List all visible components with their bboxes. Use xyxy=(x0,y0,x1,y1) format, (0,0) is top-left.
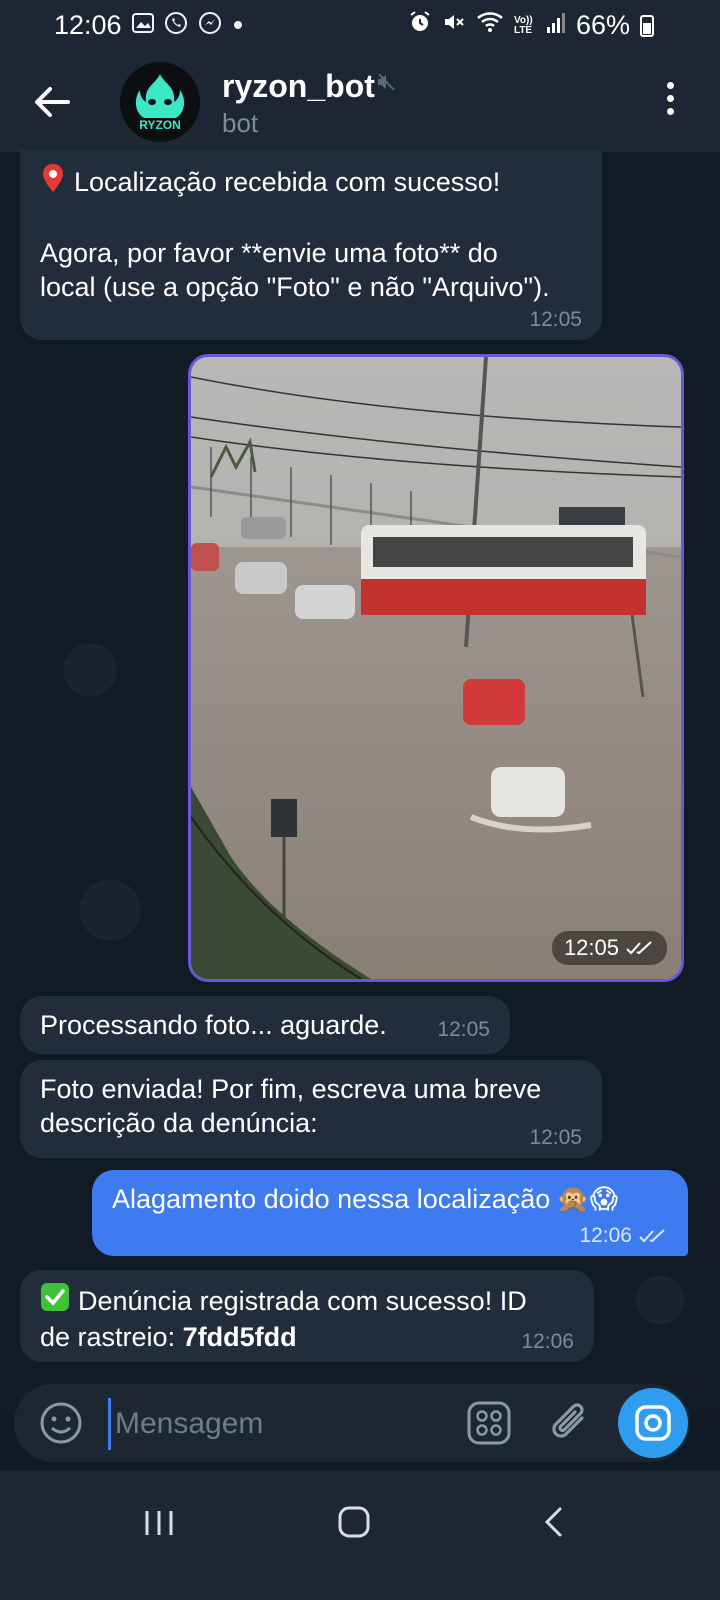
avatar[interactable]: RYZON xyxy=(120,62,200,142)
recent-apps-icon xyxy=(145,1511,173,1535)
muted-speaker-icon xyxy=(376,72,396,97)
chat-subtitle: bot xyxy=(222,108,259,138)
message-time: 12:05 xyxy=(437,1018,490,1041)
double-check-icon xyxy=(626,941,652,955)
pin-icon xyxy=(40,162,66,202)
photo-time: 12:05 xyxy=(551,931,667,965)
messenger-icon xyxy=(198,11,222,41)
status-time: 12:06 xyxy=(54,10,122,40)
message-time: 12:05 xyxy=(529,1126,582,1149)
message-text: Foto enviada! Por fim, escreva uma breve xyxy=(40,1074,542,1104)
message-text: Processando foto... aguarde. xyxy=(40,1010,387,1040)
bot-menu-button[interactable] xyxy=(466,1400,512,1446)
chevron-left-icon xyxy=(544,1507,562,1537)
message-bubble-outgoing[interactable]: Alagamento doido nessa localização 🙊😱 12… xyxy=(92,1170,688,1256)
recent-apps-button[interactable] xyxy=(142,1508,176,1543)
volte-icon: Vo)) LTE xyxy=(513,14,533,36)
message-time: 12:05 xyxy=(529,308,582,331)
dot-icon xyxy=(232,14,244,37)
tracking-id[interactable]: 7fdd5fdd xyxy=(183,1322,297,1352)
message-bubble-incoming[interactable]: Processando foto... aguarde. 12:05 xyxy=(20,996,510,1054)
home-icon xyxy=(338,1506,370,1538)
home-button[interactable] xyxy=(338,1506,370,1543)
status-right: Vo)) LTE 66% xyxy=(408,10,654,41)
grid-apps-icon xyxy=(467,1401,511,1445)
paperclip-icon xyxy=(552,1403,584,1438)
message-text: local (use a opção "Foto" e não "Arquivo… xyxy=(40,272,550,302)
more-options-button[interactable] xyxy=(660,82,680,122)
smiley-icon xyxy=(40,1402,82,1444)
photo-message[interactable]: 12:05 xyxy=(188,354,684,982)
wifi-icon xyxy=(476,10,504,41)
message-composer xyxy=(14,1384,690,1462)
message-bubble-incoming[interactable]: Foto enviada! Por fim, escreva uma breve… xyxy=(20,1060,602,1158)
photo-time-text: 12:05 xyxy=(563,935,619,960)
alarm-icon xyxy=(408,10,432,41)
avatar-text: RYZON xyxy=(139,118,181,132)
camera-icon xyxy=(635,1405,671,1441)
message-text: Alagamento doido nessa localização xyxy=(112,1184,551,1214)
back-button[interactable] xyxy=(30,82,74,122)
message-text: Localização recebida com sucesso! xyxy=(74,167,501,197)
message-time: 12:06 xyxy=(521,1330,574,1353)
chat-title[interactable]: ryzon_bot xyxy=(222,68,375,105)
message-input[interactable] xyxy=(108,1398,447,1450)
more-dot xyxy=(666,82,674,89)
attach-button[interactable] xyxy=(548,1398,594,1448)
status-bar: 12:06 Vo)) LTE 66% xyxy=(0,0,720,52)
monkey-scream-emoji-icon: 🙊😱 xyxy=(556,1184,619,1214)
chat-header: RYZON ryzon_bot bot xyxy=(0,52,720,152)
camera-button[interactable] xyxy=(618,1388,688,1458)
double-check-icon xyxy=(639,1229,665,1243)
whatsapp-icon xyxy=(164,11,188,41)
flooded-street-photo xyxy=(191,357,681,979)
message-text: de rastreio: xyxy=(40,1322,183,1352)
message-text: Denúncia registrada com sucesso! ID xyxy=(78,1286,527,1316)
message-time: 12:06 xyxy=(579,1224,668,1248)
emoji-button[interactable] xyxy=(38,1400,84,1446)
more-dot xyxy=(666,95,674,102)
message-bubble-incoming[interactable]: Denúncia registrada com sucesso! ID de r… xyxy=(20,1270,594,1362)
system-navigation-bar xyxy=(0,1470,720,1600)
gallery-icon xyxy=(131,12,154,39)
more-dot xyxy=(666,108,674,115)
message-time-text: 12:06 xyxy=(579,1224,632,1247)
battery-percent: 66% xyxy=(575,10,630,40)
mute-icon xyxy=(442,10,466,41)
battery-icon xyxy=(640,14,654,37)
status-left: 12:06 xyxy=(54,10,244,41)
message-text: Agora, por favor **envie uma foto** do xyxy=(40,238,498,268)
check-icon xyxy=(40,1282,70,1320)
arrow-left-icon xyxy=(35,87,70,117)
nav-back-button[interactable] xyxy=(542,1506,566,1543)
message-bubble-incoming[interactable]: Localização recebida com sucesso! Agora,… xyxy=(20,150,602,340)
signal-icon xyxy=(546,10,566,41)
bus xyxy=(361,525,646,615)
message-text: descrição da denúncia: xyxy=(40,1108,318,1138)
